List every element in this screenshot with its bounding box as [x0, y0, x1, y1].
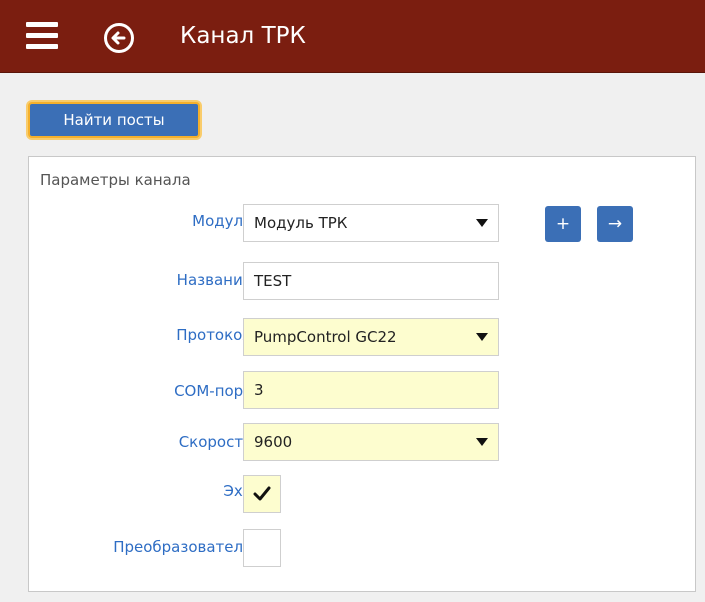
protocol-select[interactable]: PumpControl GC22 [243, 318, 499, 356]
page-title: Канал ТРК [180, 23, 306, 49]
echo-checkbox[interactable] [243, 475, 281, 513]
chevron-down-icon [476, 333, 488, 341]
channel-parameters-panel: Параметры канала Модуль: Модуль ТРК + → … [28, 156, 696, 592]
protocol-select-value: PumpControl GC22 [254, 328, 397, 346]
panel-title: Параметры канала [40, 171, 191, 189]
com-port-input[interactable]: 3 [243, 371, 499, 409]
app-header: Канал ТРК [0, 0, 705, 73]
com-port-input-value: 3 [254, 381, 264, 399]
checkmark-icon [253, 486, 271, 501]
find-posts-button[interactable]: Найти посты [28, 102, 200, 138]
speed-select-value: 9600 [254, 433, 293, 451]
go-module-button[interactable]: → [597, 206, 633, 242]
back-arrow-icon[interactable] [104, 23, 134, 53]
name-input-value: TEST [254, 272, 292, 290]
module-select-value: Модуль ТРК [254, 214, 348, 232]
converter-checkbox[interactable] [243, 529, 281, 567]
name-input[interactable]: TEST [243, 262, 499, 300]
add-module-button[interactable]: + [545, 206, 581, 242]
converter-label: Преобразователь: [113, 538, 257, 556]
chevron-down-icon [476, 219, 488, 227]
module-select[interactable]: Модуль ТРК [243, 204, 499, 242]
chevron-down-icon [476, 438, 488, 446]
menu-icon[interactable] [26, 22, 58, 50]
speed-select[interactable]: 9600 [243, 423, 499, 461]
